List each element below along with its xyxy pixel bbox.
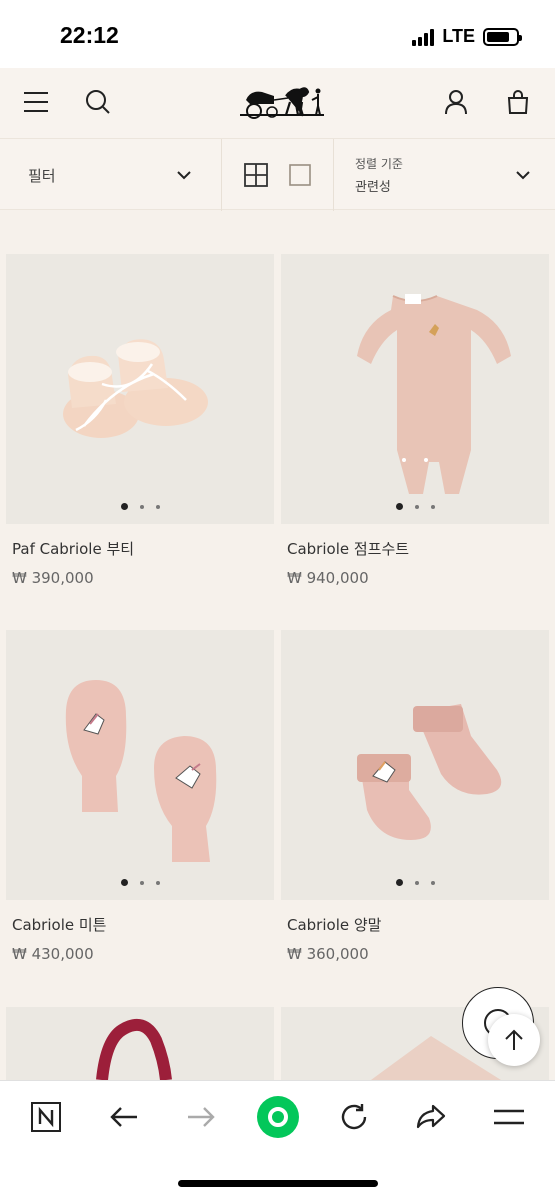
status-time: 22:12 — [60, 22, 119, 48]
carousel-dots[interactable] — [281, 503, 549, 510]
filter-bar: 필터 정렬 기준 관련성 — [0, 138, 555, 211]
grid-view-button[interactable] — [244, 139, 270, 211]
sort-dropdown[interactable]: 정렬 기준 관련성 — [355, 139, 535, 211]
single-view-button[interactable] — [289, 139, 313, 211]
product-price: ₩ 940,000 — [287, 569, 369, 587]
green-home-icon[interactable] — [256, 1095, 300, 1139]
home-indicator — [178, 1180, 378, 1187]
signal-icon — [412, 28, 435, 46]
carousel-dots[interactable] — [281, 879, 549, 886]
horse-carriage-logo[interactable] — [238, 82, 328, 124]
battery-level — [487, 31, 510, 42]
filter-dropdown[interactable]: 필터 — [28, 139, 198, 211]
back-arrow-icon[interactable] — [104, 1097, 144, 1137]
chevron-down-icon — [516, 171, 530, 180]
scroll-top-button[interactable] — [488, 1014, 540, 1066]
product-card[interactable]: Cabriole 점프수트 ₩ 940,000 — [281, 254, 549, 587]
product-card[interactable]: Cabriole 미튼 ₩ 430,000 — [6, 630, 274, 963]
arrow-up-icon — [505, 1029, 523, 1050]
menu-icon[interactable] — [489, 1097, 529, 1137]
product-name: Cabriole 미튼 — [12, 916, 107, 934]
divider — [333, 139, 334, 211]
battery-icon — [483, 27, 522, 46]
product-card-partial[interactable] — [6, 1007, 274, 1080]
baby-jumpsuit-image — [281, 254, 549, 524]
product-card[interactable]: Paf Cabriole 부티 ₩ 390,000 — [6, 254, 274, 587]
product-card[interactable]: Cabriole 양말 ₩ 360,000 — [281, 630, 549, 963]
grid-view-icon — [244, 163, 268, 187]
forward-arrow-icon[interactable] — [181, 1097, 221, 1137]
sort-value: 관련성 — [355, 180, 391, 195]
baby-socks-image — [281, 630, 549, 900]
carousel-dots[interactable] — [6, 503, 274, 510]
network-type: LTE — [442, 26, 475, 46]
carousel-dots[interactable] — [6, 879, 274, 886]
filter-label: 필터 — [28, 166, 56, 185]
product-price: ₩ 430,000 — [12, 945, 94, 963]
product-name: Cabriole 양말 — [287, 916, 382, 934]
single-view-icon — [289, 164, 311, 186]
chevron-down-icon — [177, 171, 191, 180]
sort-caption: 정렬 기준 — [355, 157, 403, 171]
product-price: ₩ 390,000 — [12, 569, 94, 587]
search-icon[interactable] — [82, 86, 114, 118]
product-price: ₩ 360,000 — [287, 945, 369, 963]
naver-n-icon[interactable] — [26, 1097, 66, 1137]
status-indicators: LTE — [412, 26, 522, 47]
site-header — [0, 68, 555, 138]
hamburger-menu-icon[interactable] — [20, 86, 52, 118]
baby-booties-image — [6, 254, 274, 524]
refresh-icon[interactable] — [334, 1097, 374, 1137]
baby-mittens-image — [6, 630, 274, 900]
status-bar: 22:12 LTE — [0, 0, 555, 68]
shopping-bag-icon[interactable] — [502, 86, 534, 118]
user-icon[interactable] — [440, 86, 472, 118]
divider — [221, 139, 222, 211]
product-name: Paf Cabriole 부티 — [12, 540, 135, 558]
tote-bag-image — [96, 1018, 172, 1080]
product-name: Cabriole 점프수트 — [287, 540, 410, 558]
share-icon[interactable] — [411, 1097, 451, 1137]
